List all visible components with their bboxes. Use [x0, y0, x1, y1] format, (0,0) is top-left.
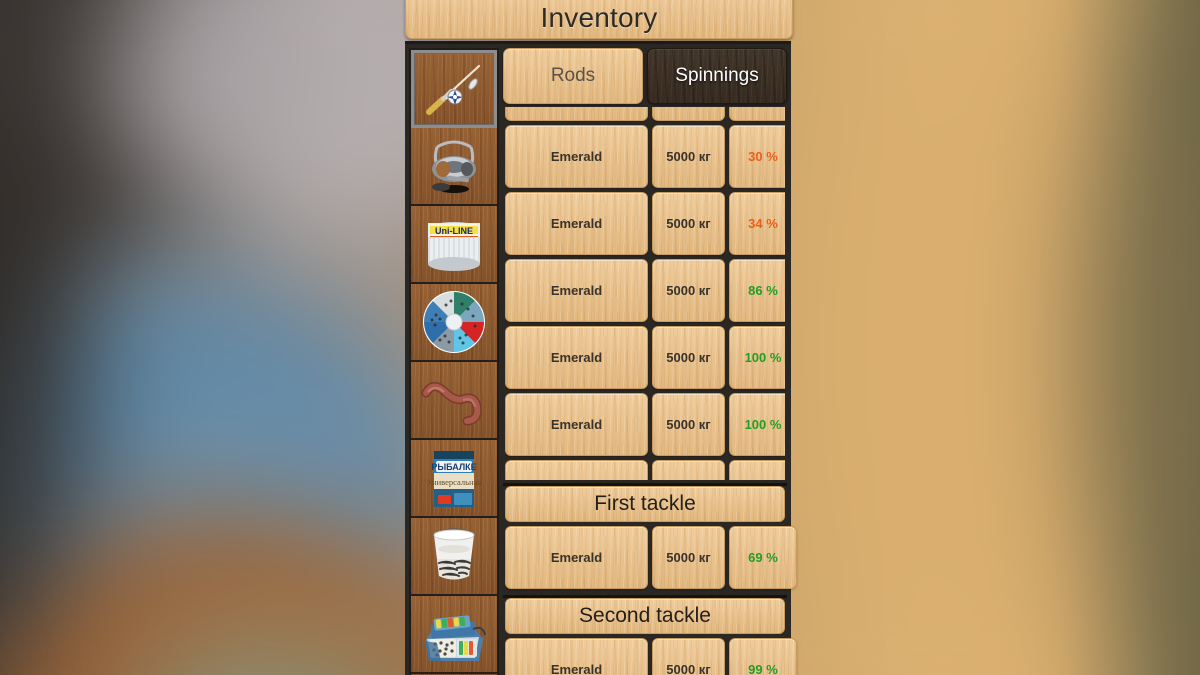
cell-item-condition	[729, 460, 785, 480]
svg-text:Uni-LINE: Uni-LINE	[435, 226, 473, 236]
cell-item-name: Emerald	[505, 526, 648, 589]
cell-item-weight: 5000 кг	[652, 107, 725, 121]
cell-item-weight: 5000 кг	[652, 638, 725, 675]
cell-item-condition: 94 %	[729, 107, 785, 121]
lure-tacklebox-icon	[417, 599, 491, 669]
tab-bar: Rods Spinnings	[503, 48, 787, 104]
cell-item-name: Emerald	[505, 259, 648, 322]
inventory-content: RodsSpinnings 20185000 кг94 %Emerald5000…	[503, 48, 797, 675]
sidebar-item-fishing-rod[interactable]	[411, 50, 497, 128]
tackle-section: Second tackle Emerald 5000 кг 99 %	[503, 595, 797, 675]
bucket-of-fish-icon	[417, 521, 491, 591]
section-header: First tackle	[505, 486, 785, 522]
cell-item-name: Emerald	[505, 125, 648, 188]
sidebar-item-fishing-line-spool[interactable]: Uni-LINE	[411, 206, 497, 284]
spinning-reel-icon	[417, 131, 491, 201]
cell-item-name: Emerald	[505, 192, 648, 255]
cell-item-weight: 5000 кг	[652, 393, 725, 456]
sidebar-item-tackle-assortment-wheel[interactable]	[411, 284, 497, 362]
category-sidebar[interactable]: Uni-LINE РЫБАЛКЕ Универсальная	[409, 48, 499, 675]
inventory-panel: Uni-LINE РЫБАЛКЕ Универсальная Rods Spin…	[405, 41, 797, 675]
table-row[interactable]: Emerald 5000 кг 30 %	[505, 125, 785, 188]
cell-item-name: Emerald	[505, 326, 648, 389]
sidebar-item-groundbait-package[interactable]: РЫБАЛКЕ Универсальная	[411, 440, 497, 518]
table-row[interactable]: Emerald 5000 кг 69 %	[505, 526, 797, 589]
cell-item-condition: 86 %	[729, 259, 785, 322]
groundbait-package-icon: РЫБАЛКЕ Универсальная	[417, 443, 491, 513]
cell-item-condition: 99 %	[729, 638, 797, 675]
cell-item-name: Emerald	[505, 393, 648, 456]
tackle-section: First tackle Emerald 5000 кг 69 %	[503, 483, 797, 592]
cell-item-weight	[652, 460, 725, 480]
cell-item-condition: 30 %	[729, 125, 785, 188]
cell-item-weight: 5000 кг	[652, 192, 725, 255]
sidebar-item-spinning-reel[interactable]	[411, 128, 497, 206]
cell-item-condition: 69 %	[729, 526, 797, 589]
table-row[interactable]	[505, 460, 785, 480]
cell-item-weight: 5000 кг	[652, 526, 725, 589]
item-list: 20185000 кг94 %Emerald5000 кг30 %Emerald…	[505, 107, 785, 480]
cell-item-name	[505, 460, 648, 480]
cell-item-weight: 5000 кг	[652, 259, 725, 322]
tab-rods[interactable]: Rods	[503, 48, 643, 104]
cell-item-name: Emerald	[505, 638, 648, 675]
fishing-rod-icon	[417, 54, 491, 124]
tackle-sections: First tackle Emerald 5000 кг 69 % Second tac…	[503, 480, 797, 675]
cell-item-name: 2018	[505, 107, 648, 121]
inventory-screen: Inventory Uni-LINE РЫБАЛКЕ Универсальная…	[0, 0, 1200, 675]
svg-text:Универсальная: Универсальная	[427, 477, 482, 487]
tackle-assortment-wheel-icon	[417, 287, 491, 357]
sidebar-item-worm-bait[interactable]	[411, 362, 497, 440]
sidebar-item-lure-tacklebox[interactable]	[411, 596, 497, 674]
cell-item-condition: 34 %	[729, 192, 785, 255]
window-title-bar: Inventory	[405, 0, 793, 39]
cell-item-weight: 5000 кг	[652, 125, 725, 188]
cell-item-condition: 100 %	[729, 393, 785, 456]
cell-item-weight: 5000 кг	[652, 326, 725, 389]
fishing-line-spool-icon: Uni-LINE	[417, 209, 491, 279]
page-title: Inventory	[540, 2, 658, 33]
table-row[interactable]: Emerald 5000 кг 100 %	[505, 326, 785, 389]
item-list-scroll-viewport[interactable]: 20185000 кг94 %Emerald5000 кг30 %Emerald…	[503, 107, 787, 480]
tab-spinnings[interactable]: Spinnings	[647, 48, 787, 104]
table-row[interactable]: Emerald 5000 кг 100 %	[505, 393, 785, 456]
table-row[interactable]: 2018 5000 кг 94 %	[505, 107, 785, 121]
table-row[interactable]: Emerald 5000 кг 99 %	[505, 638, 797, 675]
table-row[interactable]: Emerald 5000 кг 86 %	[505, 259, 785, 322]
sidebar-item-bucket-of-fish[interactable]	[411, 518, 497, 596]
section-header: Second tackle	[505, 598, 785, 634]
worm-bait-icon	[417, 365, 491, 435]
svg-text:РЫБАЛКЕ: РЫБАЛКЕ	[431, 462, 476, 472]
cell-item-condition: 100 %	[729, 326, 785, 389]
table-row[interactable]: Emerald 5000 кг 34 %	[505, 192, 785, 255]
